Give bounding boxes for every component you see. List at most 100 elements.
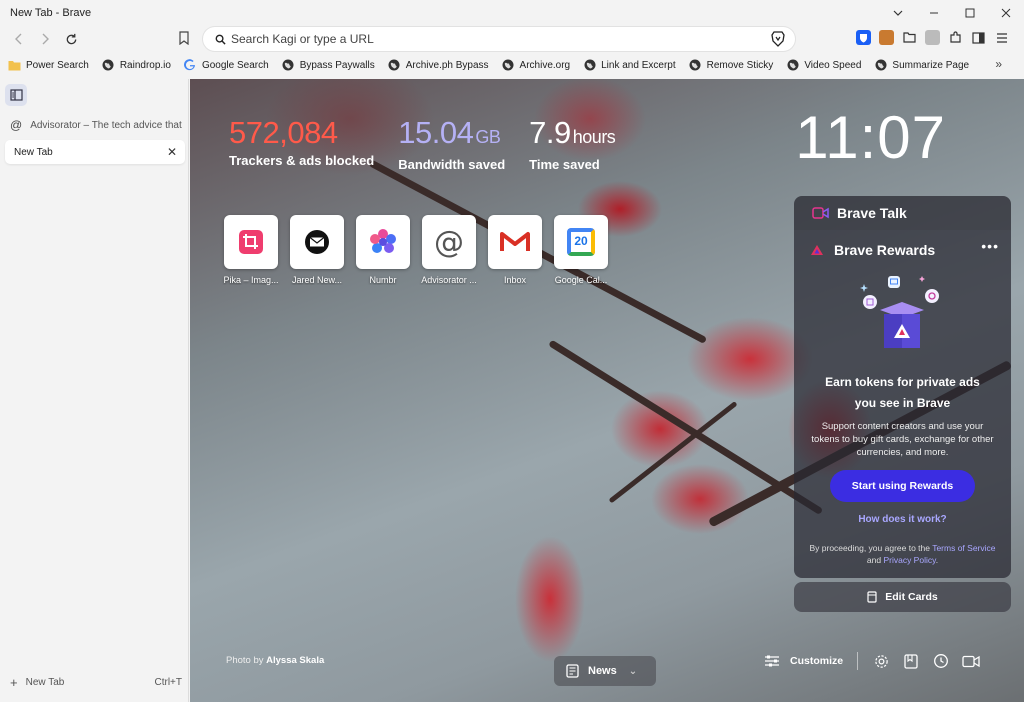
brave-rewards-card: Brave Rewards ••• Earn tokens for privat… bbox=[794, 230, 1011, 578]
bookmark-label: Power Search bbox=[26, 59, 89, 71]
brave-talk-title: Brave Talk bbox=[837, 205, 907, 221]
customize-label: Customize bbox=[790, 655, 844, 667]
sidebar-tab-label: New Tab bbox=[14, 146, 53, 158]
globe-icon bbox=[583, 59, 596, 72]
clock: 11:07 bbox=[795, 104, 946, 171]
bookmark-item[interactable]: Google Search bbox=[184, 59, 269, 72]
rewards-legal-text: By proceeding, you agree to the Terms of… bbox=[808, 542, 997, 566]
top-site-tile[interactable]: 20 Google Cal... bbox=[548, 215, 614, 285]
privacy-policy-link[interactable]: Privacy Policy bbox=[883, 555, 935, 565]
bookmark-item[interactable]: Summarize Page bbox=[874, 59, 969, 72]
top-site-tile[interactable]: Numbr bbox=[350, 215, 416, 285]
at-icon: @ bbox=[434, 224, 464, 260]
folder-extension-icon[interactable] bbox=[902, 30, 917, 45]
search-icon bbox=[209, 34, 231, 45]
edit-cards-button[interactable]: Edit Cards bbox=[794, 582, 1011, 612]
new-tab-page: 572,084 Trackers & ads blocked 15.04 GB B… bbox=[190, 79, 1024, 702]
bookmark-item[interactable]: Archive.ph Bypass bbox=[388, 59, 489, 72]
reload-button[interactable] bbox=[58, 26, 84, 52]
mail-icon bbox=[305, 230, 329, 254]
extension-gray-icon[interactable] bbox=[925, 30, 940, 45]
news-icon bbox=[566, 664, 580, 678]
more-options-icon[interactable]: ••• bbox=[981, 238, 999, 254]
address-input[interactable] bbox=[231, 32, 767, 46]
close-tab-icon[interactable]: ✕ bbox=[167, 145, 177, 159]
rewards-title: Brave Rewards bbox=[834, 242, 936, 258]
photo-credit-author[interactable]: Alyssa Skala bbox=[266, 655, 324, 666]
bookmarks-manager-icon[interactable] bbox=[902, 652, 920, 670]
extension-orange-icon[interactable] bbox=[879, 30, 894, 45]
photo-credit-prefix: Photo by bbox=[226, 655, 264, 666]
time-label: Time saved bbox=[529, 157, 600, 172]
bookmark-item[interactable]: Raindrop.io bbox=[102, 59, 171, 72]
legal-suffix: . bbox=[935, 555, 939, 565]
video-camera-icon bbox=[812, 207, 829, 219]
bitwarden-icon[interactable] bbox=[856, 30, 871, 45]
maximize-button[interactable] bbox=[952, 0, 988, 26]
top-site-tile[interactable]: @ Advisorator ... bbox=[416, 215, 482, 285]
sidebar-panel-icon[interactable] bbox=[971, 30, 986, 45]
vertical-tabs-toggle-icon[interactable] bbox=[5, 84, 27, 106]
start-using-rewards-button[interactable]: Start using Rewards bbox=[830, 470, 975, 502]
tile-box bbox=[290, 215, 344, 269]
extensions-puzzle-icon[interactable] bbox=[948, 30, 963, 45]
globe-icon bbox=[102, 59, 115, 72]
tab-search-chevron-icon[interactable] bbox=[880, 0, 916, 26]
minimize-button[interactable] bbox=[916, 0, 952, 26]
top-site-tile[interactable]: Pika – Imag... bbox=[218, 215, 284, 285]
vertical-tabs-sidebar: @ Advisorator – The tech advice that m N… bbox=[0, 79, 189, 702]
bookmarks-bar: Power Search Raindrop.io Google Search Bypa… bbox=[0, 54, 1024, 76]
bookmark-item[interactable]: Link and Excerpt bbox=[583, 59, 676, 72]
bookmark-item[interactable]: Remove Sticky bbox=[689, 59, 773, 72]
news-button[interactable]: News ⌄ bbox=[554, 656, 656, 686]
reload-icon bbox=[66, 33, 76, 44]
pika-icon bbox=[239, 230, 263, 254]
ntp-bottom-actions: Customize bbox=[764, 649, 992, 673]
bookmark-label: Video Speed bbox=[804, 59, 862, 71]
top-sites: Pika – Imag... Jared New... Numbr @ Advi… bbox=[218, 215, 614, 285]
forward-button[interactable] bbox=[32, 26, 58, 52]
terms-of-service-link[interactable]: Terms of Service bbox=[932, 543, 995, 553]
bookmark-item[interactable]: Video Speed bbox=[786, 59, 861, 72]
settings-gear-icon[interactable] bbox=[872, 652, 890, 670]
back-button[interactable] bbox=[6, 26, 32, 52]
brave-talk-camera-icon[interactable] bbox=[962, 652, 980, 670]
customize-button[interactable]: Customize bbox=[764, 654, 843, 668]
plus-icon: + bbox=[10, 675, 18, 690]
calendar-icon: 20 bbox=[567, 228, 595, 256]
new-tab-label: New Tab bbox=[25, 677, 65, 688]
bookmark-page-button[interactable] bbox=[178, 31, 190, 48]
bookmark-item[interactable]: Power Search bbox=[8, 59, 89, 72]
bookmark-label: Archive.org bbox=[519, 59, 571, 71]
brave-talk-card[interactable]: Brave Talk bbox=[794, 196, 1011, 230]
trackers-value: 572,084 bbox=[229, 115, 338, 150]
bookmark-item[interactable]: Bypass Paywalls bbox=[282, 59, 375, 72]
tile-box: 20 bbox=[554, 215, 608, 269]
chevron-down-icon: ⌄ bbox=[628, 665, 638, 677]
top-site-tile[interactable]: Jared New... bbox=[284, 215, 350, 285]
bookmark-item[interactable]: Archive.org bbox=[502, 59, 571, 72]
sidebar-tab-new-tab[interactable]: New Tab ✕ bbox=[5, 140, 185, 164]
extensions-area bbox=[856, 30, 1009, 45]
tile-box bbox=[224, 215, 278, 269]
tile-label: Advisorator ... bbox=[421, 275, 477, 285]
address-bar[interactable] bbox=[203, 27, 795, 51]
rewards-description: Support content creators and use your to… bbox=[811, 421, 994, 458]
globe-icon bbox=[689, 59, 702, 72]
brave-shields-icon[interactable] bbox=[767, 28, 789, 50]
stat-time: 7.9 hours Time saved bbox=[529, 115, 616, 172]
sidebar-tab-advisorator[interactable]: @ Advisorator – The tech advice that m bbox=[5, 113, 185, 137]
bandwidth-label: Bandwidth saved bbox=[398, 157, 506, 172]
bookmarks-overflow-icon[interactable]: » bbox=[995, 57, 1002, 71]
menu-hamburger-icon[interactable] bbox=[994, 30, 1009, 45]
sidebar-new-tab-button[interactable]: + New Tab Ctrl+T bbox=[10, 675, 182, 690]
legal-prefix: By proceeding, you agree to the bbox=[809, 543, 930, 553]
top-site-tile[interactable]: Inbox bbox=[482, 215, 548, 285]
tile-box bbox=[488, 215, 542, 269]
globe-icon bbox=[388, 59, 401, 72]
title-bar: New Tab - Brave bbox=[0, 0, 1024, 26]
history-icon[interactable] bbox=[932, 652, 950, 670]
close-window-button[interactable] bbox=[988, 0, 1024, 26]
at-sign-icon: @ bbox=[10, 118, 23, 132]
how-does-it-work-link[interactable]: How does it work? bbox=[794, 514, 1011, 525]
